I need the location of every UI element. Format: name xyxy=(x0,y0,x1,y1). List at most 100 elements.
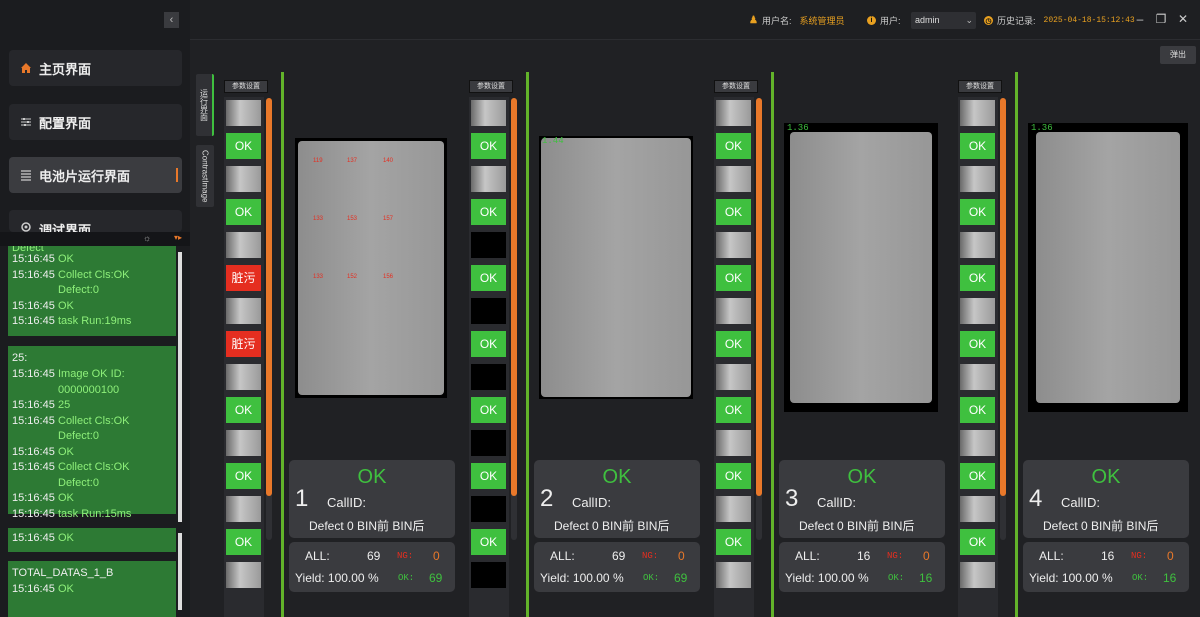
ok-value: 69 xyxy=(674,571,688,585)
chevron-left-icon[interactable]: ‹ xyxy=(164,12,179,28)
nav-config[interactable]: 配置界面 xyxy=(9,104,182,140)
thumbnail-result-ok: OK xyxy=(960,463,995,489)
popout-button[interactable]: 弹出 xyxy=(1160,46,1196,64)
thumbnail-image[interactable] xyxy=(226,430,261,456)
cell-image[interactable]: 119 137 140 133 153 157 133 152 156 xyxy=(295,138,447,398)
thumbnail-result-ok: OK xyxy=(226,133,261,159)
log-text: task Run:15ms xyxy=(58,507,132,520)
thumbnail-image[interactable] xyxy=(960,430,995,456)
restore-icon[interactable]: ❐ xyxy=(1155,12,1167,26)
param-settings-button[interactable]: 参数设置 xyxy=(714,80,758,93)
nav-debug-label: 调试界面 xyxy=(39,223,92,232)
log-entry: 15:16:45 OK xyxy=(12,445,172,459)
log-time xyxy=(12,383,58,397)
log-text: OK xyxy=(58,532,74,544)
thumbnail-result-ok: OK xyxy=(960,331,995,357)
thumbnail-image[interactable] xyxy=(960,100,995,126)
log-text: OK xyxy=(58,299,74,312)
all-label: ALL: xyxy=(795,549,820,563)
cell-image[interactable]: 1.44 xyxy=(539,136,693,399)
thumbnail-empty[interactable] xyxy=(471,430,506,456)
ng-value: 0 xyxy=(678,549,685,563)
station-number: 1 xyxy=(295,485,309,512)
thumbnail-image[interactable] xyxy=(716,430,751,456)
thumbnail-image[interactable] xyxy=(960,166,995,192)
param-settings-button[interactable]: 参数设置 xyxy=(469,80,513,93)
thumbnail-image[interactable] xyxy=(716,166,751,192)
thumbnail-image[interactable] xyxy=(960,562,995,588)
log-block-header-total: TOTAL_DATAS_1_B xyxy=(12,567,114,579)
history-value[interactable]: 2025-04-18-15:12:43 xyxy=(1044,16,1135,25)
minimize-icon[interactable]: – xyxy=(1134,12,1146,26)
close-icon[interactable]: ✕ xyxy=(1177,12,1189,26)
log-time: 15:16:45 xyxy=(12,492,55,504)
sun-icon[interactable]: ☼ xyxy=(143,233,151,243)
log-entry: Defect:0 xyxy=(12,476,172,490)
gear-icon xyxy=(19,220,33,232)
thumbnail-result-ok: OK xyxy=(226,463,261,489)
thumbnail-image[interactable] xyxy=(226,496,261,522)
thumbnail-image[interactable] xyxy=(226,562,261,588)
thumbnail-result-ok: OK xyxy=(471,463,506,489)
cell-image[interactable]: 1.36 xyxy=(784,123,938,412)
thumbnail-image[interactable] xyxy=(226,298,261,324)
separator-line xyxy=(771,72,774,617)
thumbnail-image[interactable] xyxy=(716,298,751,324)
thumbnail-image[interactable] xyxy=(226,232,261,258)
log-text: OK xyxy=(58,583,74,595)
thumbnail-image[interactable] xyxy=(960,232,995,258)
thumbnail-image[interactable] xyxy=(226,100,261,126)
thumbnail-empty[interactable] xyxy=(471,496,506,522)
thumbnail-image[interactable] xyxy=(471,100,506,126)
log-scrollbar[interactable] xyxy=(178,252,182,522)
log-entry: 15:16:45 task Run:15ms xyxy=(12,507,172,521)
thumbnail-empty[interactable] xyxy=(471,562,506,588)
thumbnail-image[interactable] xyxy=(960,364,995,390)
thumbnail-image[interactable] xyxy=(716,100,751,126)
defect-label: 157 xyxy=(383,216,394,222)
nav-debug[interactable]: 调试界面 xyxy=(9,210,182,232)
thumbnail-image[interactable] xyxy=(226,364,261,390)
thumbnail-image[interactable] xyxy=(960,496,995,522)
nav-cell-run[interactable]: 电池片运行界面 xyxy=(9,157,182,193)
log-entry: 15:16:45 OK xyxy=(12,531,172,545)
log-text: Collect Cls:OK xyxy=(58,414,130,427)
result-panel: OK 1 CallID: Defect 0 BIN前 BIN后 xyxy=(289,460,455,538)
callid-label: CallID: xyxy=(572,495,612,510)
cell-image[interactable]: 1.36 xyxy=(1028,123,1188,412)
corner-code: 1.44 xyxy=(542,136,564,146)
thumbnail-empty[interactable] xyxy=(471,232,506,258)
thumbnail-image[interactable] xyxy=(716,496,751,522)
thumbnail-image[interactable] xyxy=(471,166,506,192)
log-text: OK xyxy=(58,445,74,458)
log-text: Collect Cls:OK xyxy=(58,461,130,473)
dropdown-arrow-icon[interactable]: ▾▸ xyxy=(174,233,182,242)
tab-contrast-image[interactable]: ContrastImage xyxy=(196,145,214,207)
cell-image-content xyxy=(790,132,932,403)
defect-bin-text: Defect 0 BIN前 BIN后 xyxy=(309,519,425,533)
log-time: 15:16:45 xyxy=(12,414,55,427)
thumbnail-result-ok: OK xyxy=(716,133,751,159)
thumbnail-empty[interactable] xyxy=(471,298,506,324)
thumbnail-image[interactable] xyxy=(226,166,261,192)
log-entry: 15:16:45 Collect Cls:OK xyxy=(12,460,172,474)
user-select[interactable]: admin ⌄ xyxy=(911,12,976,29)
ng-label: NG: xyxy=(642,551,659,561)
thumbnail-empty[interactable] xyxy=(471,364,506,390)
cell-image-content xyxy=(1036,132,1180,403)
param-settings-button[interactable]: 参数设置 xyxy=(224,80,268,93)
log-scrollbar-2[interactable] xyxy=(178,533,182,610)
tab-run[interactable]: 运行界面 xyxy=(196,74,214,136)
thumbnail-result-ok: OK xyxy=(960,199,995,225)
thumbnail-image[interactable] xyxy=(960,298,995,324)
param-settings-button[interactable]: 参数设置 xyxy=(958,80,1002,93)
thumbnail-image[interactable] xyxy=(716,232,751,258)
thumbnail-image[interactable] xyxy=(716,364,751,390)
user-info: i 用户: xyxy=(867,14,901,27)
ng-value: 0 xyxy=(433,549,440,563)
thumbnail-result-ok: OK xyxy=(471,199,506,225)
thumbnail-image[interactable] xyxy=(716,562,751,588)
defect-bin-text: Defect 0 BIN前 BIN后 xyxy=(1043,519,1159,533)
nav-home[interactable]: 主页界面 xyxy=(9,50,182,86)
stats-panel: ALL: 16 NG: 0 Yield: 100.00 % OK: 16 xyxy=(1023,542,1189,592)
